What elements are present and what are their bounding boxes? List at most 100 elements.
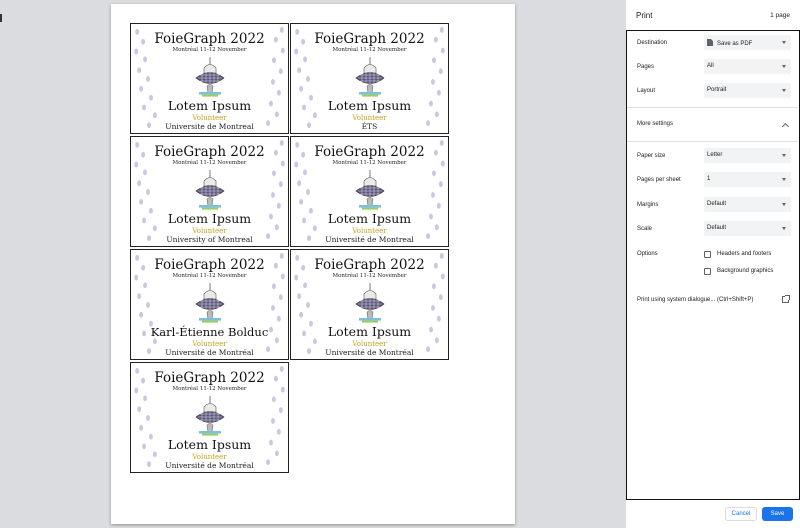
- more-settings-toggle[interactable]: More settings: [637, 121, 673, 127]
- badge-role: Volunteer: [192, 114, 227, 122]
- preview-page: FoieGraph 2022 Montréal 11-12 November L…: [111, 4, 515, 524]
- badge-date: Montréal 11-12 November: [172, 160, 247, 166]
- badge-affiliation: Université de Montreal: [325, 235, 414, 244]
- pdf-file-icon: [707, 39, 713, 46]
- badge-affiliation: Université de Montréal: [165, 348, 254, 357]
- divider: [627, 107, 798, 108]
- badge-role: Volunteer: [352, 227, 387, 235]
- save-button[interactable]: Save: [762, 507, 793, 521]
- badge-affiliation: Université de Montréal: [325, 348, 414, 357]
- headers-footers-checkbox[interactable]: [704, 251, 711, 258]
- chevron-down-icon: [782, 89, 786, 92]
- name-badge: FoieGraph 2022 Montréal 11-12 November L…: [130, 362, 289, 473]
- badge-title: FoieGraph 2022: [314, 144, 425, 160]
- divider: [627, 141, 798, 142]
- badge-name: Lotem Ipsum: [167, 98, 252, 113]
- page-count: 1 page: [770, 12, 790, 19]
- chevron-down-icon: [782, 65, 786, 68]
- badge-role: Volunteer: [192, 453, 227, 461]
- destination-value: Save as PDF: [717, 41, 753, 47]
- event-logo: [355, 170, 385, 210]
- chevron-down-icon: [782, 203, 786, 206]
- pages-per-sheet-label: Pages per sheet: [637, 177, 681, 183]
- badge-title: FoieGraph 2022: [314, 31, 425, 47]
- badge-affiliation: ÉTS: [361, 122, 378, 131]
- print-preview-area: FoieGraph 2022 Montréal 11-12 November L…: [0, 0, 626, 528]
- print-header: Print 1 page: [626, 0, 800, 30]
- chevron-down-icon: [782, 178, 786, 181]
- badge-role: Volunteer: [352, 340, 387, 348]
- badge-affiliation: University of Montreal: [166, 235, 253, 244]
- margins-label: Margins: [637, 202, 659, 208]
- badge-title: FoieGraph 2022: [154, 257, 265, 273]
- layout-label: Layout: [637, 88, 656, 94]
- paper-size-select[interactable]: Letter: [704, 148, 791, 163]
- pages-label: Pages: [637, 64, 655, 70]
- pages-per-sheet-select[interactable]: 1: [704, 172, 791, 187]
- chevron-up-icon[interactable]: [781, 122, 790, 131]
- pages-value: All: [707, 63, 714, 69]
- badge-role: Volunteer: [192, 227, 227, 235]
- badge-name: Lotem Ipsum: [327, 98, 412, 113]
- system-dialog-link[interactable]: Print using system dialogue... (Ctrl+Shi…: [637, 297, 753, 303]
- badge-role: Volunteer: [352, 114, 387, 122]
- name-badge: FoieGraph 2022 Montréal 11-12 November K…: [130, 249, 289, 360]
- badge-date: Montréal 11-12 November: [332, 160, 407, 166]
- event-logo: [195, 57, 225, 97]
- badge-title: FoieGraph 2022: [154, 31, 265, 47]
- name-badge: FoieGraph 2022 Montréal 11-12 November L…: [130, 23, 289, 134]
- margins-select[interactable]: Default: [704, 197, 791, 212]
- badge-name: Lotem Ipsum: [327, 324, 412, 339]
- event-logo: [195, 170, 225, 210]
- event-logo: [195, 283, 225, 323]
- badge-title: FoieGraph 2022: [154, 144, 265, 160]
- print-settings-panel: Print 1 page Destination Save as PDF Pag…: [626, 0, 800, 528]
- badge-date: Montréal 11-12 November: [172, 273, 247, 279]
- pages-select[interactable]: All: [704, 59, 791, 74]
- headers-footers-label[interactable]: Headers and footers: [717, 251, 771, 257]
- badge-affiliation: Universite de Montreal: [165, 122, 254, 131]
- badge-affiliation: Université de Montréal: [165, 461, 254, 470]
- badge-name: Lotem Ipsum: [167, 211, 252, 226]
- badge-name: Lotem Ipsum: [327, 211, 412, 226]
- scale-label: Scale: [637, 226, 653, 232]
- background-graphics-checkbox[interactable]: [704, 268, 711, 275]
- scale-select[interactable]: Default: [704, 221, 791, 236]
- print-footer: Cancel Save: [626, 500, 800, 528]
- chevron-down-icon: [782, 41, 786, 44]
- name-badge: FoieGraph 2022 Montréal 11-12 November L…: [130, 136, 289, 247]
- open-external-icon[interactable]: [782, 295, 790, 303]
- destination-select[interactable]: Save as PDF: [704, 35, 791, 50]
- badge-title: FoieGraph 2022: [154, 370, 265, 386]
- badge-role: Volunteer: [192, 340, 227, 348]
- paper-size-label: Paper size: [637, 153, 666, 159]
- options-label: Options: [637, 251, 658, 257]
- chevron-down-icon: [782, 227, 786, 230]
- event-logo: [355, 283, 385, 323]
- layout-select[interactable]: Portrait: [704, 83, 791, 98]
- margins-value: Default: [707, 201, 727, 207]
- event-logo: [355, 57, 385, 97]
- pages-per-sheet-value: 1: [707, 176, 711, 182]
- name-badge: FoieGraph 2022 Montréal 11-12 November L…: [290, 23, 449, 134]
- badge-date: Montréal 11-12 November: [172, 47, 247, 53]
- print-title: Print: [636, 11, 653, 20]
- background-graphics-label[interactable]: Background graphics: [717, 268, 773, 274]
- badge-date: Montréal 11-12 November: [332, 47, 407, 53]
- layout-value: Portrait: [707, 87, 727, 93]
- cancel-button[interactable]: Cancel: [725, 507, 757, 521]
- badge-date: Montréal 11-12 November: [332, 273, 407, 279]
- badge-title: FoieGraph 2022: [314, 257, 425, 273]
- paper-size-value: Letter: [707, 152, 723, 158]
- destination-label: Destination: [637, 40, 668, 46]
- badge-date: Montréal 11-12 November: [172, 386, 247, 392]
- badge-name: Karl-Étienne Bolduc: [150, 325, 269, 339]
- event-logo: [195, 396, 225, 436]
- settings-list: Destination Save as PDF Pages All Layout…: [626, 30, 800, 500]
- edge-marker: [0, 14, 2, 22]
- chevron-down-icon: [782, 154, 786, 157]
- badge-name: Lotem Ipsum: [167, 437, 252, 452]
- name-badge: FoieGraph 2022 Montréal 11-12 November L…: [290, 249, 449, 360]
- scale-value: Default: [707, 225, 727, 231]
- name-badge: FoieGraph 2022 Montréal 11-12 November L…: [290, 136, 449, 247]
